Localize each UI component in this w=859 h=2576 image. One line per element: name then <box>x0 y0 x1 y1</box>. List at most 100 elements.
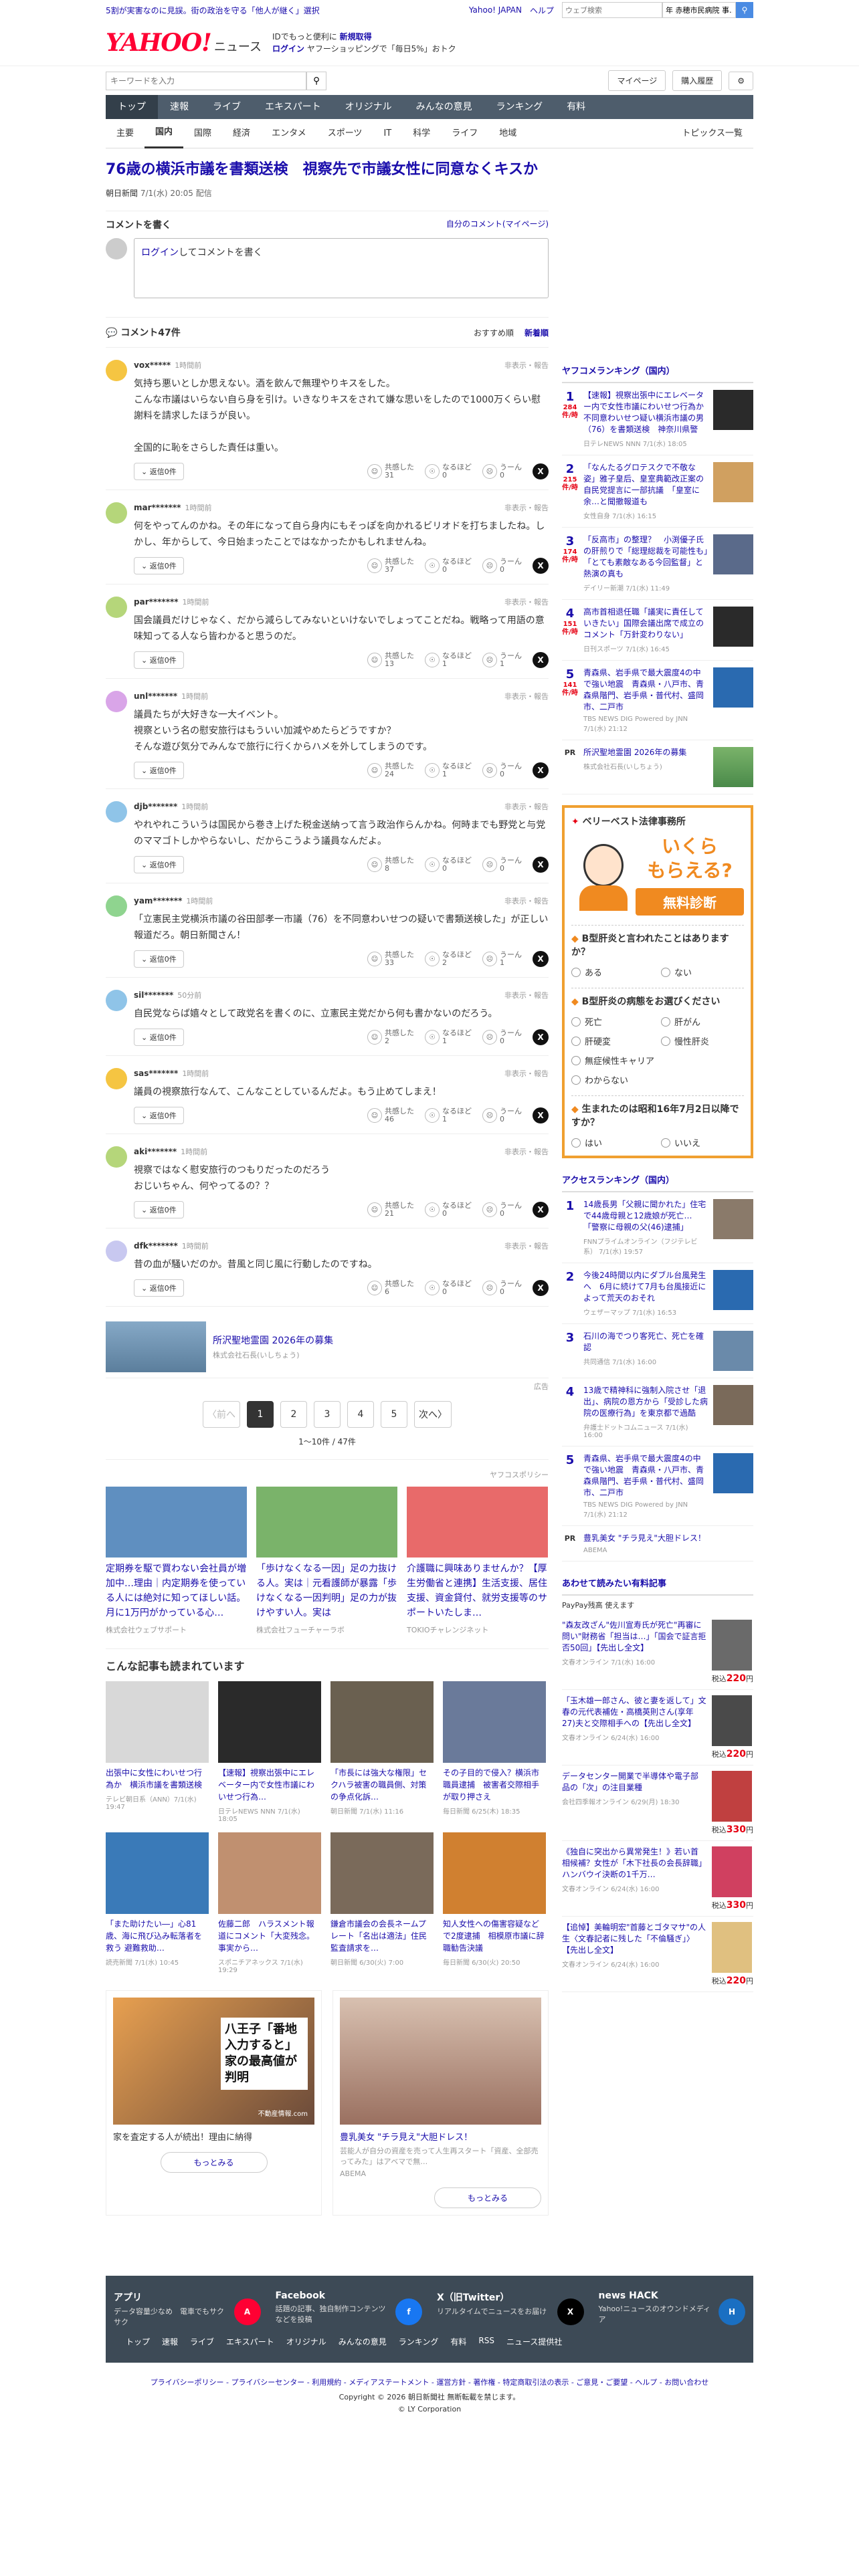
rank-thumb[interactable] <box>713 667 753 708</box>
empathy-button[interactable]: ☺ 共感した 33 <box>367 951 414 967</box>
insight-button[interactable]: ☉ なるほど 0 <box>425 558 472 574</box>
report-link[interactable]: 非表示・報告 <box>504 691 549 702</box>
promo-more-button[interactable]: もっとみる <box>434 2187 541 2208</box>
hmm-button[interactable]: ☹ うーん 0 <box>482 1280 522 1296</box>
article-title[interactable]: 「市長には強大な権限」セクハラ被害の職員側、対策の争点化訴… <box>330 1767 434 1803</box>
rank-thumb[interactable] <box>713 1270 753 1310</box>
hmm-button[interactable]: ☹ うーん 0 <box>482 1107 522 1123</box>
ranking-item[interactable]: 4 13歳で精神科に強制入院させ「退出」、病院の恩方から「受診した病院の医療行為」… <box>562 1378 753 1446</box>
tab-live[interactable]: ライブ <box>201 95 253 119</box>
report-link[interactable]: 非表示・報告 <box>504 990 549 1000</box>
q2-option-unknown[interactable]: わからない <box>571 1073 645 1086</box>
comment-user[interactable]: mar******* <box>134 503 181 512</box>
promo-card-realestate[interactable]: 八王子「番地入力すると」家の最高値が判明 不動産情報.com 家を査定する人が続… <box>106 1990 322 2216</box>
my-comments-link[interactable]: 自分のコメント(マイページ) <box>446 218 549 231</box>
ranking-item[interactable]: 1 14歳長男「父親に聞かれた」住宅で44歳母親と12歳娘が死亡…「警察に母親の父… <box>562 1192 753 1263</box>
tab-original[interactable]: オリジナル <box>333 95 404 119</box>
tab-expert[interactable]: エキスパート <box>253 95 333 119</box>
tab-breaking[interactable]: 速報 <box>158 95 201 119</box>
article-title[interactable]: 出張中に女性にわいせつ行為か 横浜市議を書類送検 <box>106 1767 209 1791</box>
article-title[interactable]: 【速報】視察出張中にエレベーター内で女性市議にわいせつ行為… <box>218 1767 321 1803</box>
page-2-button[interactable]: 2 <box>280 1401 307 1428</box>
article-title[interactable]: 知人女性への傷害容疑などで2度逮捕 相模原市議に辞職勧告決議 <box>443 1918 546 1954</box>
empathy-button[interactable]: ☺ 共感した 2 <box>367 1029 414 1045</box>
paid-thumb[interactable] <box>711 1771 752 1822</box>
article-title[interactable]: その子目的で侵入？横浜市職員逮捕 被害者交際相手が取り押さえ <box>443 1767 546 1803</box>
article-thumb[interactable] <box>218 1681 321 1763</box>
avatar[interactable] <box>106 1241 127 1262</box>
article-title[interactable]: 76歳の横浜市議を書類送検 視察先で市議女性に同意なくキスか <box>106 159 549 181</box>
rank-thumb[interactable] <box>713 462 753 502</box>
rank-title[interactable]: 石川の海でつり客死亡、死亡を確認 <box>583 1331 708 1354</box>
subnav-entertainment[interactable]: エンタメ <box>261 120 317 148</box>
reply-button[interactable]: ⌄ 返信0件 <box>134 762 184 779</box>
news-search-button[interactable]: ⚲ <box>306 71 326 90</box>
comment-user[interactable]: sas******* <box>134 1069 178 1078</box>
topics-list-link[interactable]: トピックス一覧 <box>671 120 753 148</box>
rank-title[interactable]: 高市首相退任職「議実に責任していきたい」国際会議出席で成立のコメント「万針変わり… <box>583 607 708 641</box>
article-thumb[interactable] <box>443 1681 546 1763</box>
reply-button[interactable]: ⌄ 返信0件 <box>134 463 184 480</box>
footer-col-title[interactable]: news HACK <box>599 2290 712 2301</box>
purchase-history-button[interactable]: 購入履歴 <box>672 70 723 91</box>
avatar[interactable] <box>106 360 127 381</box>
promo-title[interactable]: 豊乳美女 "チラ見え"大胆ドレス！ <box>340 2130 541 2143</box>
sort-recommended[interactable]: おすすめ順 <box>474 327 514 338</box>
comment-user[interactable]: aki******* <box>134 1147 177 1156</box>
rank-thumb[interactable] <box>713 534 753 574</box>
article-title[interactable]: 鎌倉市議会の会長ネームプレート「名出は適法」住民監査請求を… <box>330 1918 434 1954</box>
rank-thumb[interactable] <box>713 390 753 430</box>
paid-thumb[interactable] <box>711 1846 752 1897</box>
subnav-life[interactable]: ライフ <box>441 120 488 148</box>
rank-title[interactable]: 今後24時間以内にダブル台風発生へ 6月に続けて7月も台風接近によって荒天のおそ… <box>583 1270 708 1304</box>
ad-image[interactable] <box>106 1487 247 1558</box>
comment-user[interactable]: dfk******* <box>134 1241 178 1251</box>
report-link[interactable]: 非表示・報告 <box>504 1146 549 1157</box>
pr-title[interactable]: 所沢聖地霊園 2026年の募集 <box>583 747 708 758</box>
ad-policy-link[interactable]: ヤフコスポリシー <box>106 1459 549 1480</box>
related-article[interactable]: 鎌倉市議会の会長ネームプレート「名出は適法」住民監査請求を… 朝日新聞 6/30(… <box>330 1832 434 1974</box>
insight-button[interactable]: ☉ なるほど 1 <box>425 652 472 668</box>
footer-nav-item[interactable]: トップ <box>126 2336 150 2347</box>
comment-input-box[interactable]: ログインしてコメントを書く <box>134 238 549 298</box>
ad-title[interactable]: 「歩けなくなる一因」足の力抜ける人。実は｜元看護師が暴露「歩けなくなる一因判明」… <box>256 1562 397 1620</box>
ranking-item[interactable]: 4 151 件/時 高市首相退任職「議実に責任していきたい」国際会議出席で成立のコメ… <box>562 600 753 661</box>
article-title[interactable]: 佐藤二郎 ハラスメント報道にコメント「大変残念。事実から… <box>218 1918 321 1954</box>
paid-thumb[interactable] <box>711 1620 752 1671</box>
article-source[interactable]: 朝日新聞 <box>106 189 138 198</box>
paid-article[interactable]: データセンター開業で半導体や電子部品の「次」の注目業種 会社四季報オンライン 6/… <box>562 1765 753 1841</box>
mypage-button[interactable]: マイページ <box>608 70 666 91</box>
footer-col-title[interactable]: X（旧Twitter） <box>437 2290 551 2304</box>
rank-title[interactable]: 青森県、岩手県で最大震度4の中で強い地震 青森県・八戸市、青森県階門、岩手県・普… <box>583 667 708 713</box>
comment-user[interactable]: sil******* <box>134 990 173 1000</box>
yahoo-japan-link[interactable]: Yahoo! JAPAN <box>469 5 522 15</box>
comment-login-link[interactable]: ログイン <box>141 247 179 258</box>
rank-thumb[interactable] <box>713 1453 753 1493</box>
rank-title[interactable]: 「なんたるグロテスクで不敬な姿」雅子皇后、皇室典範改正案の自民党提言に一部抗議 … <box>583 462 708 508</box>
help-link[interactable]: ヘルプ <box>530 5 554 16</box>
tab-top[interactable]: トップ <box>106 95 158 119</box>
hmm-button[interactable]: ☹ うーん 0 <box>482 857 522 873</box>
empathy-button[interactable]: ☺ 共感した 46 <box>367 1107 414 1123</box>
insight-button[interactable]: ☉ なるほど 1 <box>425 762 472 778</box>
report-link[interactable]: 非表示・報告 <box>504 597 549 607</box>
subnav-domestic[interactable]: 国内 <box>145 118 184 148</box>
x-share-icon[interactable]: X <box>533 762 549 778</box>
insight-button[interactable]: ☉ なるほど 0 <box>425 857 472 873</box>
ad-image[interactable] <box>407 1487 548 1558</box>
article-thumb[interactable] <box>106 1832 209 1914</box>
related-article[interactable]: 佐藤二郎 ハラスメント報道にコメント「大変残念。事実から… スポニチアネックス 7… <box>218 1832 321 1974</box>
subnav-local[interactable]: 地域 <box>488 120 527 148</box>
q1-option-no[interactable]: ない <box>661 966 735 978</box>
footer-nav-item[interactable]: 有料 <box>450 2336 466 2347</box>
report-link[interactable]: 非表示・報告 <box>504 1068 549 1079</box>
x-share-icon[interactable]: X <box>533 1280 549 1296</box>
reply-button[interactable]: ⌄ 返信0件 <box>134 1201 184 1218</box>
empathy-button[interactable]: ☺ 共感した 13 <box>367 652 414 668</box>
x-share-icon[interactable]: X <box>533 1029 549 1045</box>
ranking-item[interactable]: 2 215 件/時 「なんたるグロテスクで不敬な姿」雅子皇后、皇室典範改正案の自民党… <box>562 455 753 528</box>
ad-title[interactable]: 所沢聖地霊園 2026年の募集 <box>213 1333 333 1347</box>
x-share-icon[interactable]: X <box>533 951 549 967</box>
report-link[interactable]: 非表示・報告 <box>504 895 549 906</box>
footer-nav-item[interactable]: ランキング <box>399 2336 439 2347</box>
